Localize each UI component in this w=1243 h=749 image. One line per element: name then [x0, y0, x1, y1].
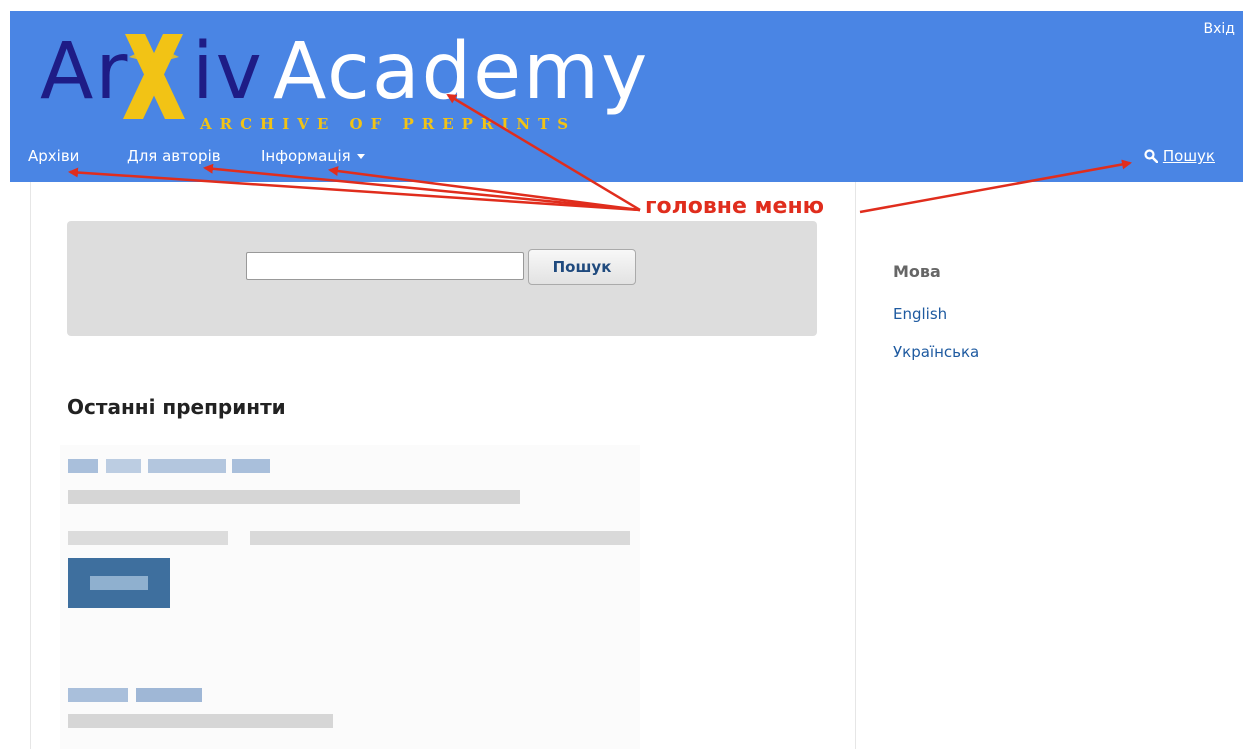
logo-x-icon [123, 34, 185, 119]
page: Вхід Ar iv Academy ARCHIVE OF PREPRINTS … [0, 0, 1243, 749]
blurred-text [136, 688, 202, 702]
blurred-text [90, 576, 148, 590]
nav-item-archives[interactable]: Архіви [28, 147, 79, 165]
search-icon [1144, 149, 1158, 163]
blurred-text [250, 531, 630, 545]
main-nav: Архіви Для авторів Інформація Пошук [10, 147, 1243, 177]
search-panel: Пошук [67, 221, 817, 336]
nav-item-information-label: Інформація [261, 147, 351, 165]
blurred-text [68, 688, 128, 702]
annotation-label-main-menu: головне меню [645, 194, 825, 219]
site-logo[interactable]: Ar iv Academy ARCHIVE OF PREPRINTS [30, 17, 670, 137]
login-link[interactable]: Вхід [1204, 21, 1235, 37]
blurred-text [148, 459, 226, 473]
preprint-list-blurred [60, 445, 640, 749]
caret-down-icon [356, 154, 365, 159]
nav-item-information[interactable]: Інформація [261, 147, 365, 165]
blurred-text [232, 459, 270, 473]
search-button[interactable]: Пошук [528, 249, 636, 285]
nav-search-link[interactable]: Пошук [1144, 147, 1215, 165]
blurred-text [68, 490, 520, 504]
blurred-text [106, 459, 141, 473]
logo-text-academy: Academy [273, 27, 650, 117]
blurred-text [68, 714, 333, 728]
logo-tagline: ARCHIVE OF PREPRINTS [200, 115, 577, 133]
blurred-text [68, 459, 98, 473]
language-link-english[interactable]: English [893, 305, 947, 323]
language-link-ukrainian[interactable]: Українська [893, 343, 979, 361]
section-title-latest-preprints: Останні препринти [67, 395, 286, 419]
nav-search-label: Пошук [1162, 147, 1215, 165]
content-border-right [855, 182, 856, 749]
site-header: Вхід Ar iv Academy ARCHIVE OF PREPRINTS … [10, 11, 1243, 182]
sidebar-title-language: Мова [893, 262, 941, 281]
logo-text-iv: iv [192, 27, 264, 117]
blurred-text [68, 531, 228, 545]
blurred-button [68, 558, 170, 608]
content-border-left [30, 182, 31, 749]
search-input[interactable] [246, 252, 524, 280]
nav-item-for-authors[interactable]: Для авторів [127, 147, 221, 165]
